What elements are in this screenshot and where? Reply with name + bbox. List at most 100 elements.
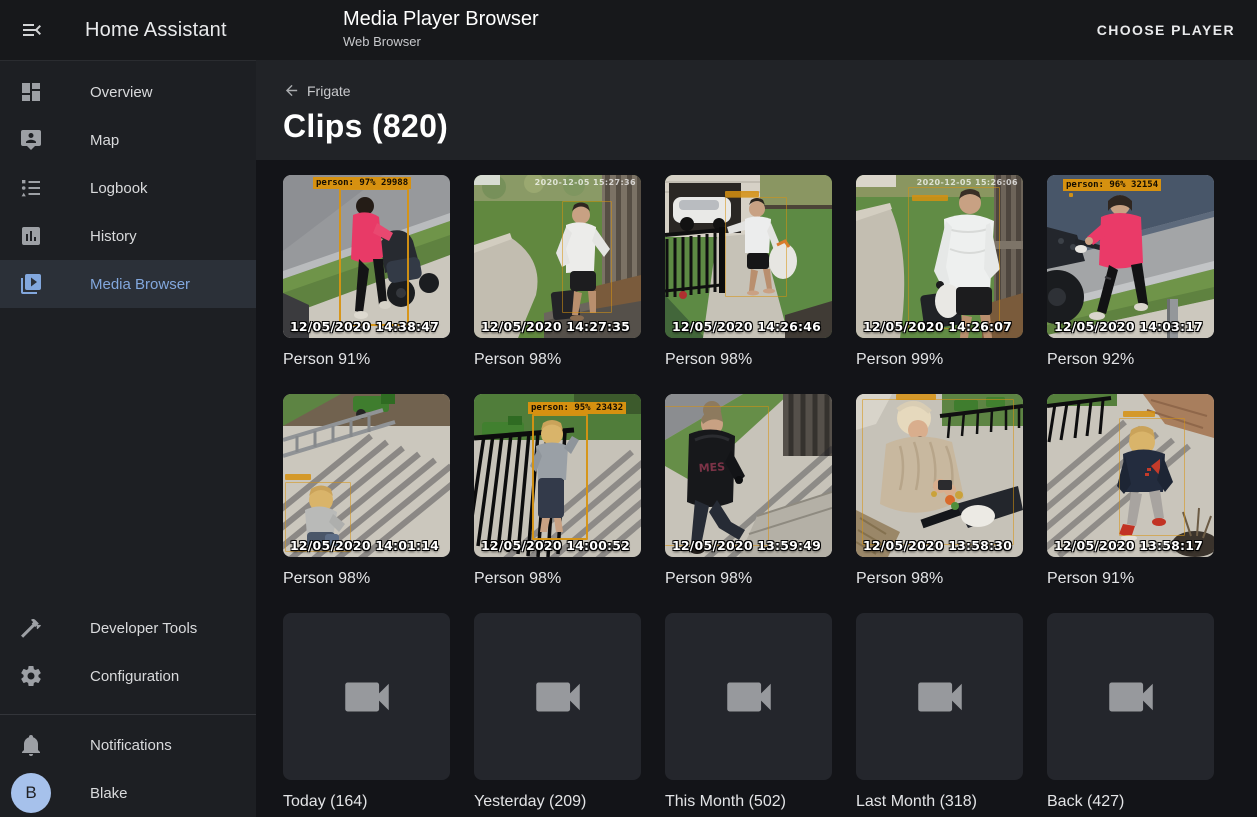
detection-bbox — [562, 201, 612, 313]
detection-tag: person: 96% 32154 — [1063, 179, 1161, 191]
clip-thumbnail[interactable]: MES 12/05/2020 13:59:49 — [665, 394, 832, 557]
clip-timestamp: 12/05/2020 14:00:52 — [481, 538, 630, 553]
media-browser-header: Frigate Clips (820) — [256, 60, 1257, 160]
panel-title: Media Player Browser — [343, 8, 539, 31]
clip-card[interactable]: person: 97% 29988 12/05/2020 14:38:47 Pe… — [283, 175, 450, 369]
detection-tag-small — [896, 394, 936, 400]
clip-label: Person 98% — [665, 351, 832, 369]
choose-player-button[interactable]: CHOOSE PLAYER — [1097, 0, 1235, 60]
video-icon — [529, 668, 587, 726]
folder-label: Today (164) — [283, 793, 450, 811]
folder-card-back[interactable]: Back (427) — [1047, 613, 1214, 811]
sidebar: Overview Map Logbook History — [0, 60, 256, 817]
app-title: Home Assistant — [85, 19, 227, 42]
sidebar-item-notifications[interactable]: Notifications — [0, 721, 256, 769]
detection-tag-small — [1123, 411, 1155, 417]
clip-timestamp: 12/05/2020 13:59:49 — [672, 538, 821, 553]
clip-card[interactable]: 2020-12-05 15:27:36 12/05/2020 14:27:35 … — [474, 175, 641, 369]
list-icon — [19, 176, 43, 200]
clip-card[interactable]: person: 95% 23432 12/05/2020 14:00:52 Pe… — [474, 394, 641, 588]
sidebar-item-logbook[interactable]: Logbook — [0, 164, 256, 212]
clip-thumbnail[interactable]: 12/05/2020 14:01:14 — [283, 394, 450, 557]
clips-grid-container: person: 97% 29988 12/05/2020 14:38:47 Pe… — [256, 160, 1257, 811]
detection-bbox — [339, 188, 409, 326]
media-browser-panel: Frigate Clips (820) — [256, 60, 1257, 817]
clip-card[interactable]: MES 12/05/2020 13:59:49 Person 98% — [665, 394, 832, 588]
detection-bbox — [862, 399, 1014, 545]
clip-card[interactable]: 12/05/2020 13:58:30 Person 98% — [856, 394, 1023, 588]
folder-card-today[interactable]: Today (164) — [283, 613, 450, 811]
clips-grid: person: 97% 29988 12/05/2020 14:38:47 Pe… — [283, 175, 1257, 811]
detection-bbox — [665, 406, 769, 546]
folder-thumbnail[interactable] — [283, 613, 450, 780]
clip-label: Person 91% — [1047, 570, 1214, 588]
detection-tag-small — [285, 474, 311, 480]
camera-timestamp: 2020-12-05 15:27:36 — [535, 178, 636, 187]
detection-bbox — [532, 414, 588, 540]
clip-card[interactable]: 12/05/2020 13:58:17 Person 91% — [1047, 394, 1214, 588]
sidebar-item-developer-tools[interactable]: Developer Tools — [0, 604, 256, 652]
clip-label: Person 92% — [1047, 351, 1214, 369]
clip-thumbnail[interactable]: 12/05/2020 13:58:30 — [856, 394, 1023, 557]
breadcrumb-label: Frigate — [307, 83, 351, 99]
sidebar-item-user[interactable]: B Blake — [0, 769, 256, 817]
clip-thumbnail[interactable]: 2020-12-05 15:27:36 12/05/2020 14:27:35 — [474, 175, 641, 338]
sidebar-item-configuration[interactable]: Configuration — [0, 652, 256, 700]
breadcrumb-back[interactable]: Frigate — [283, 82, 351, 99]
folder-thumbnail[interactable] — [856, 613, 1023, 780]
detection-bbox — [908, 187, 1000, 329]
clip-label: Person 98% — [665, 570, 832, 588]
camera-timestamp: 2020-12-05 15:26:06 — [917, 178, 1018, 187]
chart-box-icon — [19, 224, 43, 248]
clip-thumbnail[interactable]: person: 95% 23432 12/05/2020 14:00:52 — [474, 394, 641, 557]
detection-tag-small — [912, 195, 948, 201]
clip-card[interactable]: person: 96% 32154 12/05/2020 14:03:17 Pe… — [1047, 175, 1214, 369]
clip-timestamp: 12/05/2020 13:58:30 — [863, 538, 1012, 553]
folder-label: This Month (502) — [665, 793, 832, 811]
clip-thumbnail[interactable]: 12/05/2020 13:58:17 — [1047, 394, 1214, 557]
clip-label: Person 98% — [474, 351, 641, 369]
folder-card-yesterday[interactable]: Yesterday (209) — [474, 613, 641, 811]
clip-card[interactable]: 2020-12-05 15:26:06 12/05/2020 14:26:07 … — [856, 175, 1023, 369]
folder-label: Back (427) — [1047, 793, 1214, 811]
folder-thumbnail[interactable] — [1047, 613, 1214, 780]
sidebar-item-overview[interactable]: Overview — [0, 68, 256, 116]
scene-pink-stroller-close — [1047, 175, 1214, 338]
menu-open-icon[interactable] — [8, 6, 56, 54]
clip-thumbnail[interactable]: person: 96% 32154 12/05/2020 14:03:17 — [1047, 175, 1214, 338]
clip-timestamp: 12/05/2020 14:01:14 — [290, 538, 439, 553]
clip-timestamp: 12/05/2020 13:58:17 — [1054, 538, 1203, 553]
folder-card-this-month[interactable]: This Month (502) — [665, 613, 832, 811]
clip-thumbnail[interactable]: person: 97% 29988 12/05/2020 14:38:47 — [283, 175, 450, 338]
video-icon — [720, 668, 778, 726]
clip-card[interactable]: 12/05/2020 14:01:14 Person 98% — [283, 394, 450, 588]
tooltip-account-icon — [19, 128, 43, 152]
sidebar-item-media-browser[interactable]: Media Browser — [0, 260, 256, 308]
video-icon — [911, 668, 969, 726]
folder-thumbnail[interactable] — [474, 613, 641, 780]
panel-subtitle: Web Browser — [343, 34, 539, 49]
gear-icon — [19, 664, 43, 688]
avatar: B — [11, 773, 51, 813]
clip-timestamp: 12/05/2020 14:03:17 — [1054, 319, 1203, 334]
sidebar-divider — [0, 714, 256, 715]
folder-thumbnail[interactable] — [665, 613, 832, 780]
detection-tag: person: 97% 29988 — [313, 177, 411, 189]
folder-label: Yesterday (209) — [474, 793, 641, 811]
page-title: Clips (820) — [283, 108, 1257, 145]
detection-bbox — [1069, 193, 1073, 197]
clip-thumbnail[interactable]: 12/05/2020 14:26:46 — [665, 175, 832, 338]
folder-card-last-month[interactable]: Last Month (318) — [856, 613, 1023, 811]
sidebar-item-history[interactable]: History — [0, 212, 256, 260]
clip-label: Person 98% — [283, 570, 450, 588]
bell-icon — [19, 733, 43, 757]
hammer-icon — [19, 616, 43, 640]
app-header: Home Assistant Media Player Browser Web … — [0, 0, 1257, 60]
clip-card[interactable]: 12/05/2020 14:26:46 Person 98% — [665, 175, 832, 369]
clip-thumbnail[interactable]: 2020-12-05 15:26:06 12/05/2020 14:26:07 — [856, 175, 1023, 338]
clip-label: Person 98% — [856, 570, 1023, 588]
sidebar-item-map[interactable]: Map — [0, 116, 256, 164]
clip-timestamp: 12/05/2020 14:26:46 — [672, 319, 821, 334]
clip-label: Person 91% — [283, 351, 450, 369]
play-box-multiple-icon — [19, 272, 43, 296]
